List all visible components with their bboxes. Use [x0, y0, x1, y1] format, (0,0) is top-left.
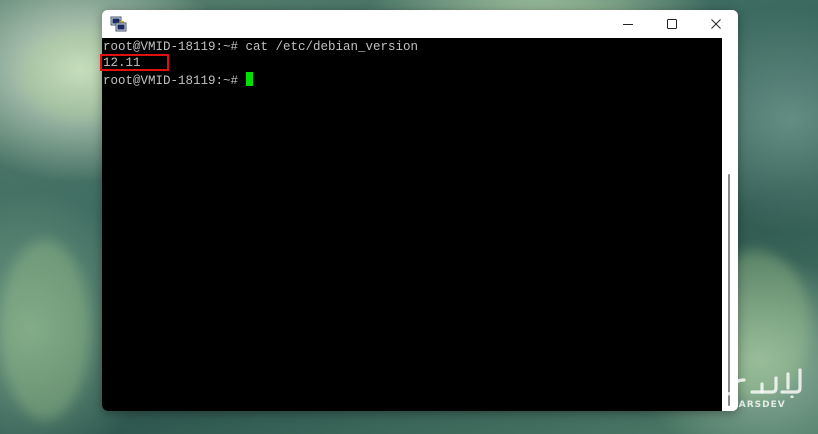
close-icon [710, 18, 722, 30]
maximize-icon [666, 18, 678, 30]
shell-prompt: root@VMID-18119:~# [103, 74, 239, 88]
close-button[interactable] [694, 10, 738, 38]
output-highlight-box [100, 54, 169, 71]
putty-window: root@VMID-18119:~# cat /etc/debian_versi… [102, 10, 738, 411]
desktop-background: root@VMID-18119:~# cat /etc/debian_versi… [0, 0, 818, 434]
terminal-area[interactable]: root@VMID-18119:~# cat /etc/debian_versi… [102, 38, 722, 411]
parsdev-wordmark: PARSDEV [732, 400, 786, 410]
command-text: cat /etc/debian_version [238, 40, 419, 54]
shell-prompt: root@VMID-18119:~# [103, 40, 239, 54]
wallpaper-leaf [0, 240, 90, 420]
minimize-icon [622, 18, 634, 30]
putty-icon[interactable] [110, 15, 128, 33]
terminal-line: root@VMID-18119:~# cat /etc/debian_versi… [103, 40, 418, 55]
text-cursor [245, 72, 253, 86]
vertical-scrollbar[interactable] [722, 38, 738, 411]
parsdev-watermark: PARSDEV [718, 366, 814, 416]
maximize-button[interactable] [650, 10, 694, 38]
command-text [238, 74, 246, 88]
minimize-button[interactable] [606, 10, 650, 38]
parsdev-logo [722, 366, 806, 399]
title-bar[interactable] [102, 10, 738, 38]
terminal-line: root@VMID-18119:~# [103, 72, 253, 88]
